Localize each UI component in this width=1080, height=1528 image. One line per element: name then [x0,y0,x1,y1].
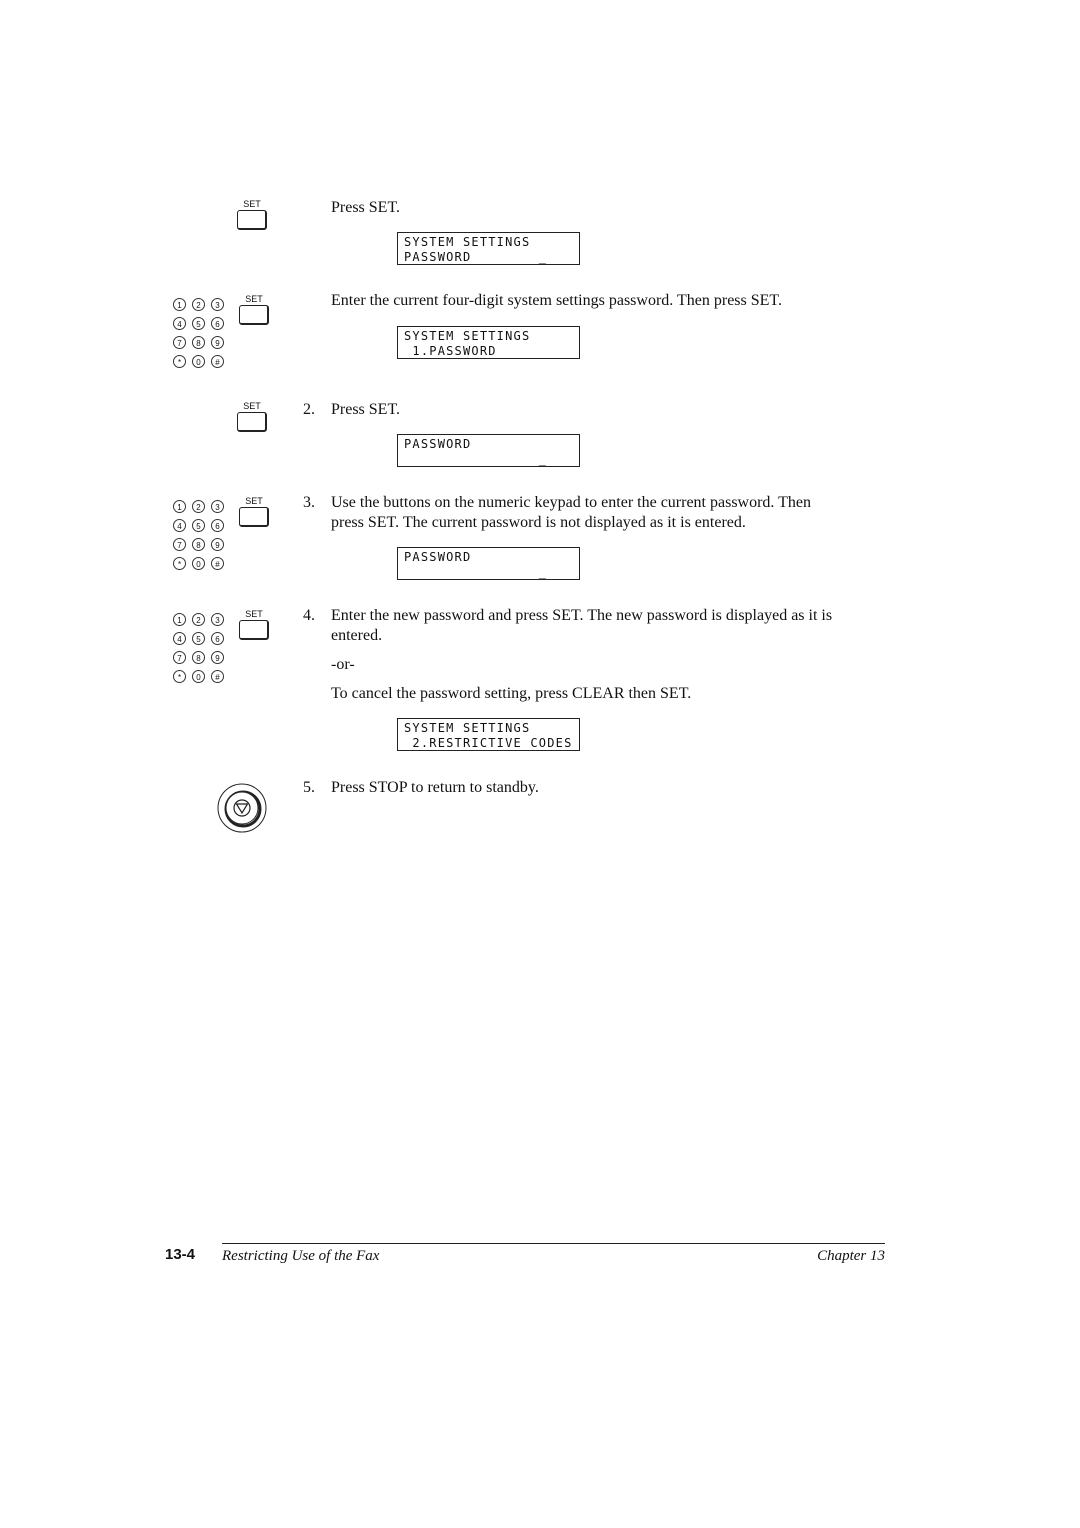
keypad-key-icon: # [211,355,224,368]
step-text: Press SET. [331,401,401,418]
keypad-key-icon: 0 [192,670,205,683]
set-button-icon: SET [237,199,297,239]
keypad-key-icon: 7 [173,336,186,349]
lcd-display: PASSWORD _ [397,547,580,580]
step-text: entered. [331,627,383,644]
keypad-key-icon: 9 [211,336,224,349]
step-text: press SET. The current password is not d… [331,514,746,531]
lcd-display: SYSTEM SETTINGS 1.PASSWORD [397,326,580,359]
step-number: 2. [303,401,315,418]
step-text: Press STOP to return to standby. [331,779,539,796]
lcd-display: PASSWORD _ [397,434,580,467]
keypad-key-icon: 0 [192,557,205,570]
keypad-key-icon: 8 [192,336,205,349]
keypad-key-icon: 8 [192,651,205,664]
lcd-line: _ [404,452,548,466]
lcd-line: _ [404,565,548,579]
lcd-line: PASSWORD [404,550,472,564]
set-button-icon: SET [239,609,299,649]
keypad-key-icon: 3 [211,613,224,626]
lcd-display: SYSTEM SETTINGS 2.RESTRICTIVE CODES [397,718,580,751]
keypad-key-icon: 7 [173,651,186,664]
footer-rule [222,1243,885,1244]
page-number: 13-4 [165,1246,196,1263]
step-text: Enter the new password and press SET. Th… [331,607,833,624]
keypad-key-icon: 3 [211,500,224,513]
lcd-line: 2.RESTRICTIVE CODES [404,736,573,750]
numeric-keypad-icon: 1 2 3 4 5 6 7 8 9 * 0 # [173,500,243,580]
keypad-key-icon: 1 [173,500,186,513]
keypad-key-icon: * [173,355,186,368]
keypad-key-icon: 6 [211,317,224,330]
keypad-key-icon: 9 [211,538,224,551]
lcd-line: PASSWORD [404,437,472,451]
step-number: 5. [303,779,315,796]
keypad-key-icon: # [211,670,224,683]
keypad-key-icon: * [173,670,186,683]
keypad-key-icon: 5 [192,519,205,532]
numeric-keypad-icon: 1 2 3 4 5 6 7 8 9 * 0 # [173,613,243,693]
keypad-key-icon: 4 [173,632,186,645]
keypad-key-icon: 5 [192,632,205,645]
set-label: SET [245,609,263,619]
keypad-key-icon: 7 [173,538,186,551]
set-button-icon: SET [239,294,299,334]
set-label: SET [245,496,263,506]
keypad-key-icon: 1 [173,298,186,311]
numeric-keypad-icon: 1 2 3 4 5 6 7 8 9 * 0 # [173,298,243,378]
step-text: Use the buttons on the numeric keypad to… [331,494,812,511]
chapter-label: Chapter 13 [817,1248,885,1264]
keypad-key-icon: 4 [173,317,186,330]
keypad-key-icon: 2 [192,613,205,626]
set-label: SET [243,199,261,209]
manual-page: SET SET SET SET SET 1 2 3 4 5 6 7 8 9 * 0 # 1234567… [0,0,1080,1528]
keypad-key-icon: 8 [192,538,205,551]
stop-button-icon [217,783,267,833]
chapter-title: Restricting Use of the Fax [222,1248,380,1264]
keypad-key-icon: 2 [192,298,205,311]
set-label: SET [245,294,263,304]
keypad-key-icon: 2 [192,500,205,513]
keypad-key-icon: * [173,557,186,570]
keypad-key-icon: 3 [211,298,224,311]
keypad-key-icon: 6 [211,632,224,645]
set-button-icon: SET [239,496,299,536]
keypad-key-icon: # [211,557,224,570]
set-label: SET [243,401,261,411]
keypad-key-icon: 5 [192,317,205,330]
instruction-text: Enter the current four-digit system sett… [331,292,782,309]
set-button-icon: SET [237,401,297,441]
lcd-line: 1.PASSWORD [404,344,497,358]
keypad-key-icon: 1 [173,613,186,626]
or-text: -or- [331,656,355,673]
keypad-key-icon: 0 [192,355,205,368]
keypad-key-icon: 6 [211,519,224,532]
lcd-line: SYSTEM SETTINGS [404,235,531,249]
step-number: 3. [303,494,315,511]
lcd-line: PASSWORD _ [404,250,548,264]
step-number: 4. [303,607,315,624]
step-text: To cancel the password setting, press CL… [331,685,692,702]
lcd-display: SYSTEM SETTINGS PASSWORD _ [397,232,580,265]
keypad-key-icon: 4 [173,519,186,532]
lcd-line: SYSTEM SETTINGS [404,329,531,343]
lcd-line: SYSTEM SETTINGS [404,721,531,735]
keypad-key-icon: 9 [211,651,224,664]
instruction-text: Press SET. [331,199,401,216]
